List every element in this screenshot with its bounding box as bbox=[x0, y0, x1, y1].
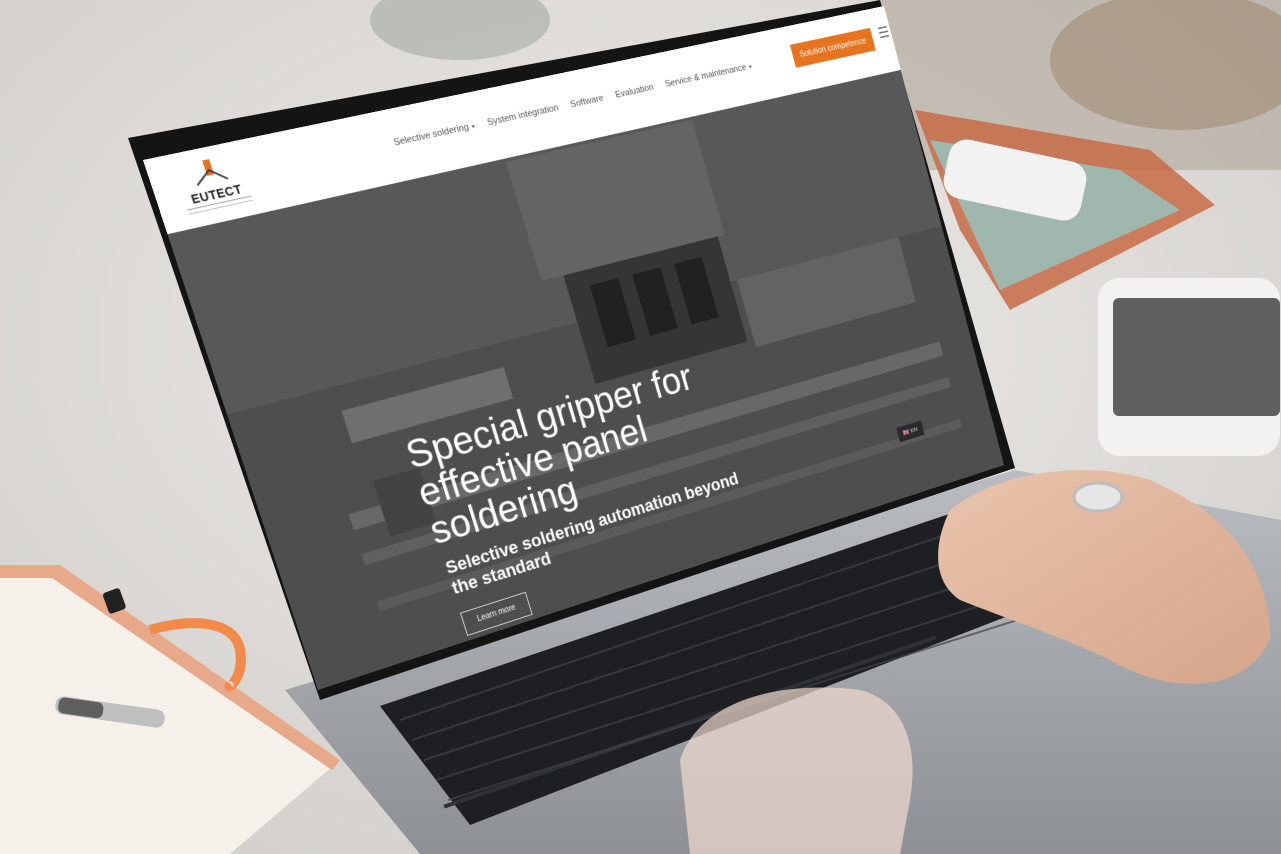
solution-competence-button[interactable]: Solution competence bbox=[789, 27, 876, 68]
nav-item-selective-soldering[interactable]: Selective soldering▾ bbox=[392, 121, 476, 148]
nav-item-software[interactable]: Software bbox=[569, 93, 605, 110]
ring bbox=[1072, 481, 1124, 513]
nav-item-evaluation[interactable]: Evaluation bbox=[614, 82, 655, 100]
nav-item-service-maintenance[interactable]: Service & maintenance▾ bbox=[664, 61, 753, 90]
smartphone bbox=[1098, 278, 1280, 456]
nav-item-system-integration[interactable]: System integration bbox=[486, 103, 560, 128]
uk-flag-icon: 🇬🇧 bbox=[902, 428, 911, 437]
eutect-logo[interactable]: EUTECT bbox=[170, 152, 258, 220]
language-code: EN bbox=[909, 425, 919, 435]
chevron-down-icon: ▾ bbox=[747, 62, 753, 71]
hamburger-menu-icon[interactable] bbox=[877, 25, 890, 39]
chevron-down-icon: ▾ bbox=[470, 122, 476, 131]
